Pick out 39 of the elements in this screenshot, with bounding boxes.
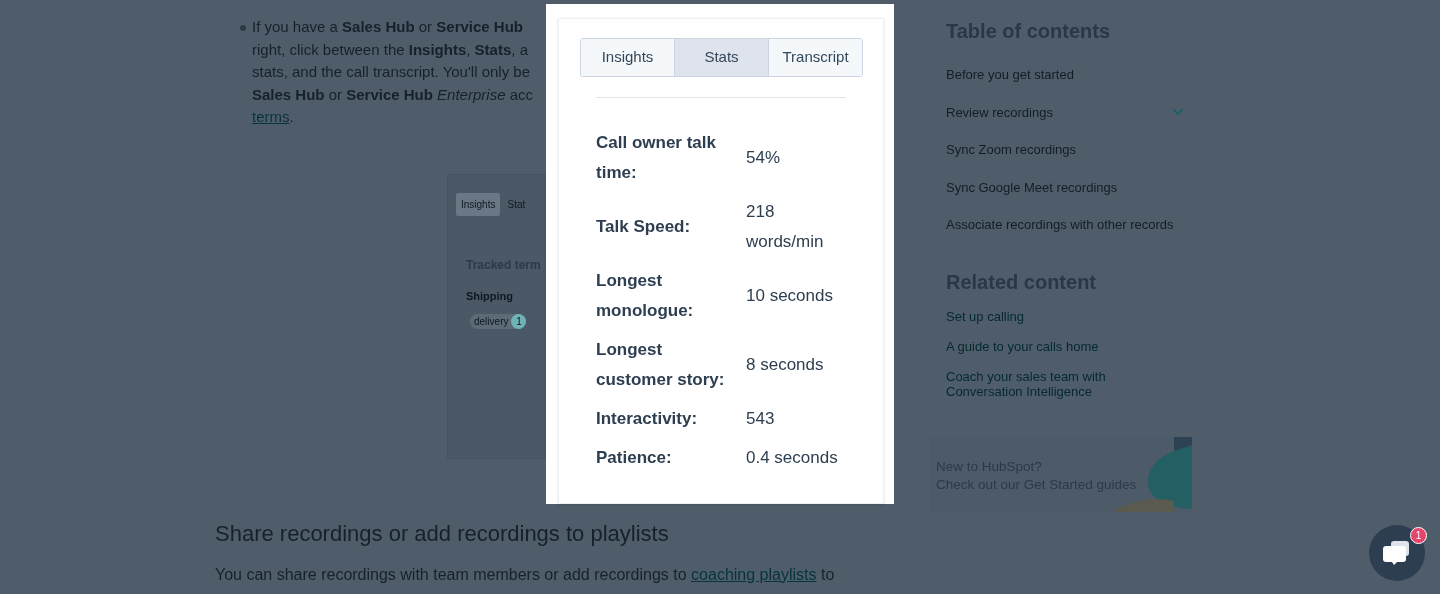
stat-value: 54% — [746, 147, 782, 169]
tab[interactable]: Transcript — [768, 39, 862, 76]
stat-value: 10 seconds — [746, 285, 834, 307]
related-link[interactable]: A guide to your calls home — [946, 338, 1136, 354]
chat-icon — [1382, 538, 1412, 568]
stat-label: Interactivity: — [596, 408, 699, 430]
stat-label: Call owner talk time: — [596, 132, 717, 184]
paragraph-line: stats, and the call transcript. You'll only be — [252, 62, 531, 82]
stat-label: Patience: — [596, 447, 673, 469]
toc-link[interactable]: Associate recordings with other records — [946, 215, 1174, 235]
playlists-link[interactable]: coaching playlists — [691, 565, 817, 583]
terms-link[interactable]: terms — [252, 106, 290, 129]
tag-label: delivery — [474, 315, 509, 329]
stat-label: Longest customer story: — [596, 339, 726, 391]
paragraph-line: right, click between the Insights, Stats, a — [252, 39, 528, 60]
toc-link[interactable]: Sync Google Meet recordings — [946, 177, 1118, 197]
tab[interactable]: Insights — [456, 192, 501, 216]
stat-value: 0.4 seconds — [746, 447, 839, 469]
count-badge: 1 — [511, 314, 527, 329]
related-link[interactable]: Set up calling — [946, 308, 1136, 324]
toc-link[interactable]: Review recordings — [946, 102, 1053, 122]
paragraph-text: . — [289, 107, 294, 127]
related-link[interactable]: Coach your sales team with Conversation Intelligence — [946, 368, 1136, 399]
section-paragraph: You can share recordings with team members or add recordings to coaching playlists to — [215, 564, 835, 585]
tab[interactable]: Stat — [502, 192, 531, 216]
paragraph-line: If you have a Sales Hub or Service Hub — [252, 17, 523, 37]
toc-link[interactable]: Before you get started — [946, 65, 1074, 85]
bullet-icon — [240, 25, 246, 31]
stat-value: 543 — [746, 408, 776, 430]
paragraph-line: Sales Hub or Service Hub Enterprise acc — [252, 84, 533, 105]
stat-value: 218 words/min — [746, 201, 825, 253]
toc-link[interactable]: Sync Zoom recordings — [946, 140, 1077, 160]
section-heading: Share recordings or add recordings to playlists — [215, 519, 669, 548]
stat-value: 8 seconds — [746, 354, 825, 376]
stat-label: Talk Speed: — [596, 216, 692, 238]
group-label: Shipping — [466, 288, 514, 304]
stat-label: Longest monologue: — [596, 270, 695, 322]
chat-button[interactable] — [1369, 525, 1425, 581]
tab[interactable]: Stats — [674, 39, 768, 76]
